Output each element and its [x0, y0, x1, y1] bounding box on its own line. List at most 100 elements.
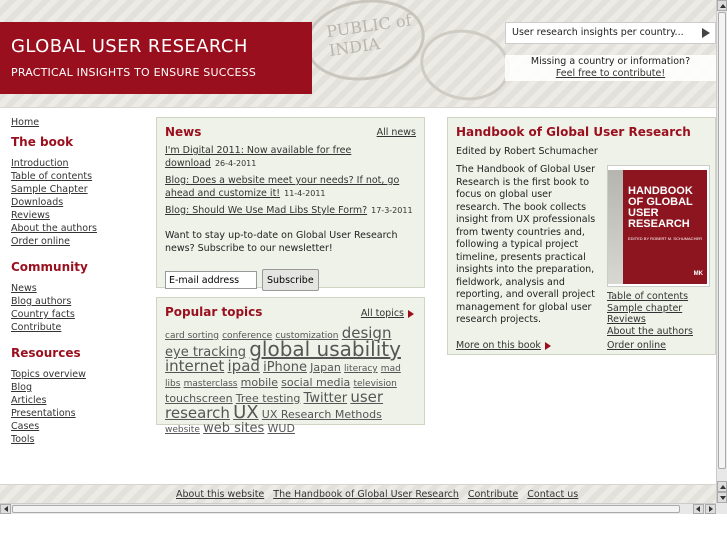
tag-cloud: card sorting conference customization de… [165, 326, 416, 437]
subscribe-button[interactable]: Subscribe [262, 269, 319, 291]
topics-panel: Popular topics All topics card sorting c… [156, 297, 425, 435]
hscroll-thumb[interactable] [12, 505, 680, 513]
topic-tag[interactable]: card sorting [165, 331, 219, 341]
book-link[interactable]: About the authors [607, 326, 693, 338]
stamp-decoration: PUBLIC of INDIA [300, 0, 430, 88]
all-news-link[interactable]: All news [377, 127, 416, 138]
news-link[interactable]: I'm Digital 2011: Now available for free… [165, 145, 351, 169]
play-arrow-icon [702, 28, 710, 38]
nav-item[interactable]: Country facts [11, 308, 151, 321]
nav-item[interactable]: Contribute [11, 321, 151, 334]
news-link[interactable]: Blog: Does a website meet your needs? If… [165, 175, 399, 199]
book-title: Handbook of Global User Research [456, 125, 691, 139]
scroll-up-icon[interactable] [717, 0, 727, 11]
topic-tag[interactable]: iPhone [263, 360, 307, 375]
contribute-link[interactable]: Feel free to contribute! [556, 68, 665, 79]
site-title: GLOBAL USER RESEARCH [11, 36, 248, 57]
news-link[interactable]: Blog: Should We Use Mad Libs Style Form? [165, 205, 367, 216]
topic-tag[interactable]: Twitter [304, 391, 348, 406]
more-on-book-link[interactable]: More on this book [456, 340, 551, 351]
nav-item[interactable]: Cases [11, 420, 151, 433]
book-editor: Edited by Robert Schumacher [456, 146, 598, 157]
arrow-right-icon [544, 341, 551, 350]
news-item: Blog: Does a website meet your needs? If… [165, 174, 416, 200]
topic-tag[interactable]: masterclass [184, 379, 238, 389]
book-cover-image[interactable]: HANDBOOK OF GLOBAL USER RESEARCH EDITED … [607, 165, 710, 287]
vertical-scrollbar[interactable] [716, 0, 727, 503]
footer-link[interactable]: Contact us [527, 489, 578, 500]
scroll-down-icon[interactable] [717, 492, 727, 503]
newsletter-text: Want to stay up-to-date on Global User R… [165, 230, 398, 254]
site-brand[interactable]: GLOBAL USER RESEARCH PRACTICAL INSIGHTS … [0, 22, 312, 94]
newsletter-form: Subscribe [165, 269, 416, 291]
topic-tag[interactable]: website [165, 425, 200, 435]
footer-link[interactable]: About this website [176, 489, 264, 500]
cover-title: HANDBOOK OF GLOBAL USER RESEARCH [628, 185, 693, 230]
news-date: 17-3-2011 [371, 206, 413, 215]
nav-item[interactable]: Tools [11, 433, 151, 446]
book-description: The Handbook of Global User Research is … [456, 164, 596, 325]
nav-section-title: Community [11, 260, 88, 274]
nav-section-title: Resources [11, 346, 81, 360]
topic-tag[interactable]: WUD [268, 422, 295, 435]
scroll-left-icon[interactable] [0, 504, 11, 514]
topic-tag[interactable]: Japan [310, 361, 341, 374]
book-link[interactable]: Reviews [607, 314, 693, 326]
nav-item[interactable]: Sample Chapter [11, 183, 151, 196]
scroll-thumb[interactable] [718, 12, 726, 469]
left-nav: Home The book Introduction Table of conten… [11, 117, 151, 446]
nav-item[interactable]: Topics overview [11, 368, 151, 381]
nav-item[interactable]: About the authors [11, 222, 151, 235]
stamp-decoration-2 [414, 22, 516, 107]
country-select-label: User research insights per country... [512, 27, 684, 38]
nav-item[interactable]: Blog authors [11, 295, 151, 308]
scroll-right-icon[interactable] [705, 504, 716, 514]
news-date: 26-4-2011 [214, 159, 257, 168]
order-online-link[interactable]: Order online [607, 340, 666, 351]
book-links: Table of contents Sample chapter Reviews Ab… [607, 291, 693, 337]
scroll-up-icon-2[interactable] [717, 481, 727, 492]
footer-link[interactable]: Contribute [468, 489, 518, 500]
news-date: 11-4-2011 [284, 189, 326, 198]
topic-tag[interactable]: social media [281, 376, 350, 389]
nav-item[interactable]: News [11, 282, 151, 295]
nav-section-title: The book [11, 135, 74, 149]
book-panel: Handbook of Global User Research Edited … [447, 117, 716, 355]
email-field[interactable] [165, 271, 257, 289]
country-select[interactable]: User research insights per country... [505, 22, 716, 44]
topic-tag[interactable]: internet [165, 357, 224, 375]
topic-tag[interactable]: mobile [241, 376, 278, 389]
nav-home[interactable]: Home [11, 117, 39, 128]
cover-publisher: MK [693, 271, 703, 277]
nav-item[interactable]: Reviews [11, 209, 151, 222]
site-header: PUBLIC of INDIA GLOBAL USER RESEARCH PRA… [0, 0, 716, 108]
missing-text: Missing a country or information? [530, 56, 691, 67]
nav-item[interactable]: Table of contents [11, 170, 151, 183]
news-panel: News All news I'm Digital 2011: Now avai… [156, 117, 425, 291]
topic-tag[interactable]: literacy [344, 364, 378, 374]
all-topics-link[interactable]: All topics [361, 308, 414, 319]
footer-link[interactable]: The Handbook of Global User Research [273, 489, 459, 500]
site-footer: About this website The Handbook of Global… [0, 484, 716, 503]
nav-item[interactable]: Downloads [11, 196, 151, 209]
news-item: Blog: Should We Use Mad Libs Style Form?… [165, 204, 416, 217]
nav-item[interactable]: Articles [11, 394, 151, 407]
topic-tag[interactable]: global usability [249, 337, 401, 361]
topic-tag[interactable]: ipad [228, 357, 260, 375]
site-tagline: PRACTICAL INSIGHTS TO ENSURE SUCCESS [11, 66, 257, 79]
arrow-right-icon [408, 309, 414, 318]
topic-tag[interactable]: UX Research Methods [262, 408, 382, 421]
cover-editor: EDITED BY ROBERT M. SCHUMACHER [628, 236, 703, 241]
horizontal-scrollbar[interactable] [0, 503, 716, 514]
nav-item[interactable]: Order online [11, 235, 151, 248]
book-link[interactable]: Table of contents [607, 291, 693, 303]
news-item: I'm Digital 2011: Now available for free… [165, 144, 416, 170]
missing-country-box: Missing a country or information? Feel f… [505, 55, 716, 81]
topic-tag[interactable]: web sites [203, 421, 264, 436]
nav-item[interactable]: Presentations [11, 407, 151, 420]
book-link[interactable]: Sample chapter [607, 303, 693, 315]
scroll-left-icon-2[interactable] [693, 504, 704, 514]
topic-tag[interactable]: UX [233, 402, 259, 423]
nav-item[interactable]: Blog [11, 381, 151, 394]
nav-item[interactable]: Introduction [11, 157, 151, 170]
